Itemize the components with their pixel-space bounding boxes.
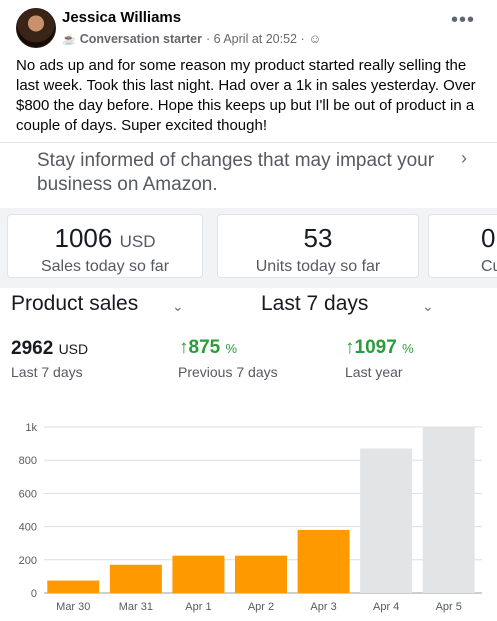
- avatar[interactable]: [16, 8, 56, 48]
- total-sales-label: Last 7 days: [11, 364, 83, 380]
- chevron-down-icon[interactable]: ⌄: [172, 298, 184, 315]
- total-sales-unit: USD: [58, 341, 89, 357]
- metric-selector-label: Product sales: [11, 292, 139, 315]
- embedded-screenshot: Stay informed of changes that may impact…: [0, 142, 497, 621]
- chevron-down-icon[interactable]: ⌄: [422, 298, 434, 315]
- x-tick-label: Mar 30: [56, 601, 90, 613]
- bar[interactable]: [109, 564, 162, 593]
- units-today-tile: 53 Units today so far: [217, 214, 419, 278]
- previous-change-label: Previous 7 days: [178, 364, 278, 380]
- y-tick-label: 600: [19, 488, 37, 500]
- chart-bars: [47, 427, 475, 593]
- current-value: 0: [481, 223, 496, 253]
- more-options-icon[interactable]: •••: [451, 10, 475, 30]
- audience-icon[interactable]: ☺: [309, 32, 322, 46]
- previous-change-number: 875: [188, 337, 221, 358]
- units-today-value: 53: [303, 223, 333, 253]
- range-selector-label: Last 7 days: [261, 292, 369, 315]
- bar[interactable]: [422, 427, 475, 593]
- x-tick-label: Apr 4: [373, 601, 399, 613]
- bar[interactable]: [47, 580, 100, 593]
- bar[interactable]: [235, 555, 287, 593]
- last-year-change-label: Last year: [345, 364, 403, 380]
- y-tick-label: 200: [19, 555, 37, 567]
- sales-bar-chart: 0 200 400 600 800 1k Mar 30 Mar 31 Apr 1 Apr 2 Ap…: [19, 422, 482, 613]
- last-year-change-number: 1097: [354, 337, 397, 358]
- current-label: Cur: [481, 258, 497, 275]
- x-tick-label: Apr 2: [248, 601, 274, 613]
- bar[interactable]: [172, 555, 225, 593]
- conversation-starter-badge: Conversation starter: [79, 32, 202, 46]
- post-timestamp[interactable]: · 6 April at 20:52 ·: [206, 32, 305, 46]
- post-text: No ads up and for some reason my product…: [16, 57, 476, 134]
- author-name[interactable]: Jessica Williams: [62, 9, 181, 26]
- bar[interactable]: [360, 448, 413, 593]
- chevron-right-icon: ›: [461, 148, 467, 168]
- coffee-cup-icon: ☕: [62, 33, 76, 46]
- bar[interactable]: [297, 529, 350, 593]
- total-sales-value: 2962 USD: [11, 338, 88, 360]
- sales-today-value: 1006: [54, 223, 113, 253]
- post-meta: ☕ Conversation starter · 6 April at 20:5…: [62, 32, 321, 46]
- sales-today-tile: 1006 USD Sales today so far: [7, 214, 203, 278]
- news-banner-text: Stay informed of changes that may impact…: [37, 150, 435, 195]
- metric-selector[interactable]: Product sales: [11, 292, 138, 316]
- total-sales-number: 2962: [11, 338, 54, 359]
- previous-change-unit: %: [225, 341, 238, 356]
- previous-change-value: ↑875 %: [179, 337, 237, 359]
- sales-today-label: Sales today so far: [40, 258, 170, 275]
- y-tick-label: 400: [19, 522, 37, 534]
- x-tick-label: Apr 1: [185, 601, 211, 613]
- x-tick-label: Mar 31: [119, 601, 153, 613]
- summary-tiles: 1006 USD Sales today so far 53 Units tod…: [0, 208, 497, 288]
- units-today-label: Units today so far: [255, 258, 381, 275]
- x-tick-label: Apr 5: [436, 601, 462, 613]
- y-tick-label: 1k: [25, 422, 37, 434]
- last-year-change-value: ↑1097 %: [345, 337, 414, 359]
- range-selector[interactable]: Last 7 days: [261, 292, 368, 316]
- x-tick-label: Apr 3: [310, 601, 336, 613]
- last-year-change-unit: %: [402, 341, 414, 356]
- divider: [0, 142, 497, 143]
- sales-today-unit: USD: [119, 232, 156, 251]
- up-arrow-icon: ↑: [179, 337, 189, 358]
- y-tick-label: 0: [31, 588, 37, 600]
- up-arrow-icon: ↑: [345, 337, 355, 358]
- chart-x-labels: Mar 30 Mar 31 Apr 1 Apr 2 Apr 3 Apr 4 Apr 5: [56, 601, 462, 613]
- y-tick-label: 800: [19, 455, 37, 467]
- current-tile: 0 Cur: [428, 214, 497, 278]
